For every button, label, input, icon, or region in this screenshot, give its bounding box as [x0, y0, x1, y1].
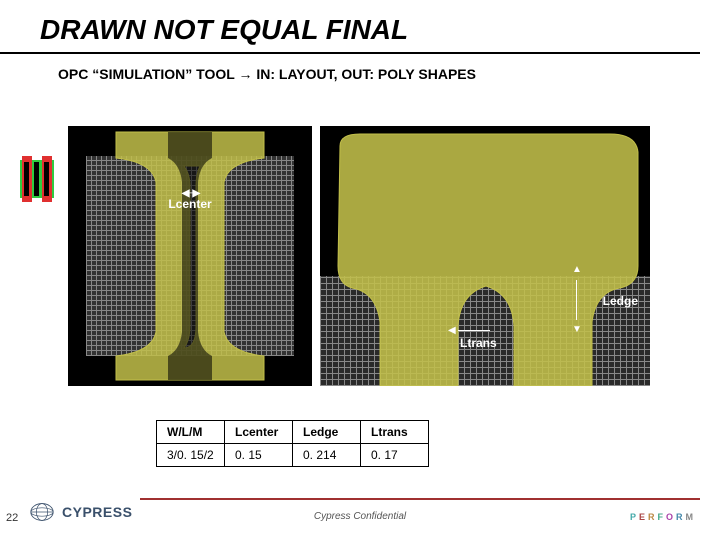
- table-cell: 0. 15: [225, 444, 293, 467]
- content-area: ◀─▶ Lcenter Ledge Ltrans: [14, 126, 700, 406]
- table-cell: 0. 17: [361, 444, 429, 467]
- table-row: 3/0. 15/2 0. 15 0. 214 0. 17: [157, 444, 429, 467]
- label-ltrans: Ltrans: [460, 336, 497, 350]
- ledge-dimension-arrow: [572, 276, 582, 324]
- label-lcenter: ◀─▶ Lcenter: [168, 188, 211, 211]
- ltrans-dimension-arrow: [454, 326, 494, 336]
- slide-title: DRAWN NOT EQUAL FINAL: [0, 0, 720, 52]
- table-header: Ltrans: [361, 421, 429, 444]
- simulation-image-right: Ledge Ltrans: [320, 126, 650, 386]
- footer-rule: [140, 498, 700, 500]
- table-header: Lcenter: [225, 421, 293, 444]
- table-cell: 3/0. 15/2: [157, 444, 225, 467]
- table-header-row: W/L/M Lcenter Ledge Ltrans: [157, 421, 429, 444]
- poly-shape-left: [68, 126, 312, 386]
- table-header: W/L/M: [157, 421, 225, 444]
- confidential-text: Cypress Confidential: [0, 511, 720, 522]
- label-ledge: Ledge: [603, 294, 638, 308]
- data-table: W/L/M Lcenter Ledge Ltrans 3/0. 15/2 0. …: [156, 420, 429, 467]
- table-header: Ledge: [293, 421, 361, 444]
- table-cell: 0. 214: [293, 444, 361, 467]
- simulation-image-left: ◀─▶ Lcenter: [68, 126, 312, 386]
- layout-icon: [14, 156, 60, 202]
- perform-wordmark: PERFORM: [630, 512, 696, 522]
- slide-subtitle: OPC “SIMULATION” TOOL → IN: LAYOUT, OUT:…: [0, 54, 720, 82]
